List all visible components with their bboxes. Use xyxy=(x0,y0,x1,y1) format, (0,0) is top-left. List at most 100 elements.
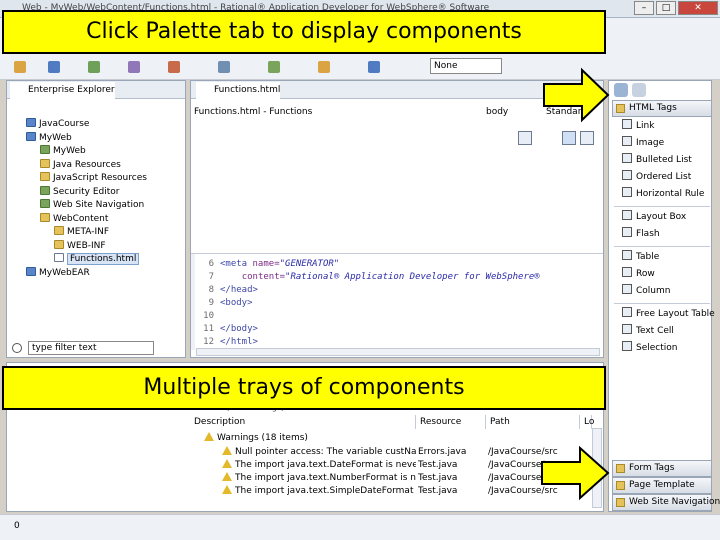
folder-icon xyxy=(616,104,625,113)
maximize-button[interactable]: □ xyxy=(656,1,676,15)
col-path[interactable]: Path xyxy=(486,415,580,429)
palette-item[interactable]: Flash xyxy=(622,227,660,241)
close-button[interactable]: ✕ xyxy=(678,1,718,15)
drawer-html-tags[interactable]: HTML Tags xyxy=(612,100,712,117)
code-line[interactable]: 12 </html> xyxy=(196,336,258,348)
problem-resource[interactable]: Test.java xyxy=(418,472,486,484)
problem-resource[interactable]: Test.java xyxy=(418,485,486,497)
tree-item[interactable]: Functions.html xyxy=(54,253,140,265)
palette-item[interactable]: Bulleted List xyxy=(622,153,692,167)
problem-description[interactable]: The import java.text.NumberFormat is nev… xyxy=(222,472,416,484)
problem-description[interactable]: The import java.text.SimpleDateFormat is… xyxy=(222,485,416,497)
drawer-label: HTML Tags xyxy=(629,103,677,113)
palette-drawer[interactable]: Page Template xyxy=(612,477,712,494)
tree-item[interactable]: WEB-INF xyxy=(54,239,106,252)
tree-item[interactable]: Web Site Navigation xyxy=(40,199,144,211)
code-line[interactable]: 7 content="Rational® Application Develop… xyxy=(196,271,540,283)
palette-item-label: Free Layout Table xyxy=(636,309,715,319)
code-line[interactable]: 8 </head> xyxy=(196,284,258,296)
folder-icon xyxy=(54,239,64,249)
palette-item[interactable]: Image xyxy=(622,136,664,150)
toolbar-combo[interactable]: None xyxy=(430,58,502,74)
col-resource[interactable]: Resource xyxy=(416,415,486,429)
arrow-to-palette-tab xyxy=(543,67,610,123)
tree-item[interactable]: JavaCourse xyxy=(26,118,89,130)
tree-item[interactable]: JavaScript Resources xyxy=(40,172,147,184)
problem-resource-text: Test.java xyxy=(418,460,458,470)
nav-forward-icon[interactable] xyxy=(368,61,380,73)
tab-functions-html[interactable]: Functions.html xyxy=(196,82,281,100)
component-icon xyxy=(622,136,632,146)
palette-item-label: Text Cell xyxy=(636,326,674,336)
col-description[interactable]: Description xyxy=(190,415,416,429)
tree-item[interactable]: MyWeb xyxy=(26,131,72,144)
code-line[interactable]: 6 <meta name="GENERATOR" xyxy=(196,258,340,270)
nav-back-icon[interactable] xyxy=(318,61,330,73)
tree-item[interactable]: MyWeb xyxy=(40,145,86,157)
warning-icon xyxy=(204,432,214,441)
minimize-button[interactable]: – xyxy=(634,1,654,15)
tree-item[interactable]: Java Resources xyxy=(40,158,121,171)
component-icon xyxy=(622,250,632,260)
component-icon xyxy=(622,170,632,180)
palette-tab-icon[interactable] xyxy=(614,83,628,97)
body-select[interactable]: body xyxy=(486,107,508,117)
palette-item-label: Link xyxy=(636,121,655,131)
problem-description[interactable]: Null pointer access: The variable custNa… xyxy=(222,446,416,458)
col-location[interactable]: Lo xyxy=(580,415,594,429)
tree-item[interactable]: Security Editor xyxy=(40,185,119,198)
palette-item[interactable]: Link xyxy=(622,119,654,133)
tree-item[interactable]: META-INF xyxy=(54,226,109,238)
palette-item-label: Table xyxy=(636,252,660,262)
component-icon xyxy=(622,324,632,334)
palette-item[interactable]: Column xyxy=(622,284,670,298)
editor-hscrollbar[interactable] xyxy=(196,348,600,356)
editor-ruler xyxy=(191,254,195,350)
code-line[interactable]: 11 </body> xyxy=(196,323,258,335)
folder-icon xyxy=(616,498,625,507)
palette-item[interactable]: Free Layout Table xyxy=(622,307,715,321)
palette-item-label: Flash xyxy=(636,229,660,239)
server-icon[interactable] xyxy=(128,61,140,73)
tab-enterprise-explorer[interactable]: Enterprise Explorer xyxy=(10,82,115,100)
palette-item[interactable]: Selection xyxy=(622,341,677,355)
tree-item[interactable]: WebContent xyxy=(40,212,109,225)
design-view-icon[interactable] xyxy=(562,131,576,145)
open-type-icon[interactable] xyxy=(168,61,180,73)
problem-resource[interactable]: Errors.java xyxy=(418,446,486,458)
warnings-group[interactable]: Warnings (18 items) xyxy=(204,432,308,444)
code-line[interactable]: 9 <body> xyxy=(196,297,253,309)
tree-item[interactable]: MyWebEAR xyxy=(26,266,90,279)
component-icon xyxy=(622,267,632,277)
run-icon[interactable] xyxy=(48,61,60,73)
problem-resource[interactable]: Test.java xyxy=(418,459,486,471)
warning-icon xyxy=(222,446,232,455)
design-canvas[interactable] xyxy=(191,150,603,254)
component-icon xyxy=(622,187,632,197)
snippets-tab-icon[interactable] xyxy=(632,83,646,97)
search-icon[interactable] xyxy=(218,61,230,73)
palette-drawer[interactable]: Web Site Navigation xyxy=(612,494,720,511)
palette-item[interactable]: Horizontal Rule xyxy=(622,187,704,201)
palette-item[interactable]: Ordered List xyxy=(622,170,691,184)
palette-item-label: Selection xyxy=(636,343,678,353)
tree-item-label: MyWeb xyxy=(53,146,86,156)
project-icon xyxy=(40,199,50,208)
code-line[interactable]: 10 xyxy=(196,310,220,322)
palette-drawer[interactable]: Form Tags xyxy=(612,460,712,477)
warning-icon xyxy=(222,472,232,481)
palette-item-label: Bulleted List xyxy=(636,155,692,165)
debug-icon[interactable] xyxy=(88,61,100,73)
palette-item[interactable]: Row xyxy=(622,267,655,281)
palette-item[interactable]: Text Cell xyxy=(622,324,674,338)
source-view-icon[interactable] xyxy=(580,131,594,145)
format-icon[interactable] xyxy=(268,61,280,73)
filter-input[interactable]: type filter text xyxy=(28,341,154,355)
problem-description[interactable]: The import java.text.DateFormat is never… xyxy=(222,459,416,471)
palette-item[interactable]: Layout Box xyxy=(622,210,686,224)
split-view-icon[interactable] xyxy=(518,131,532,145)
tree-item-label: WebContent xyxy=(53,213,109,224)
palette-item[interactable]: Table xyxy=(622,250,659,264)
new-icon[interactable] xyxy=(14,61,26,73)
main-toolbar xyxy=(0,54,720,80)
